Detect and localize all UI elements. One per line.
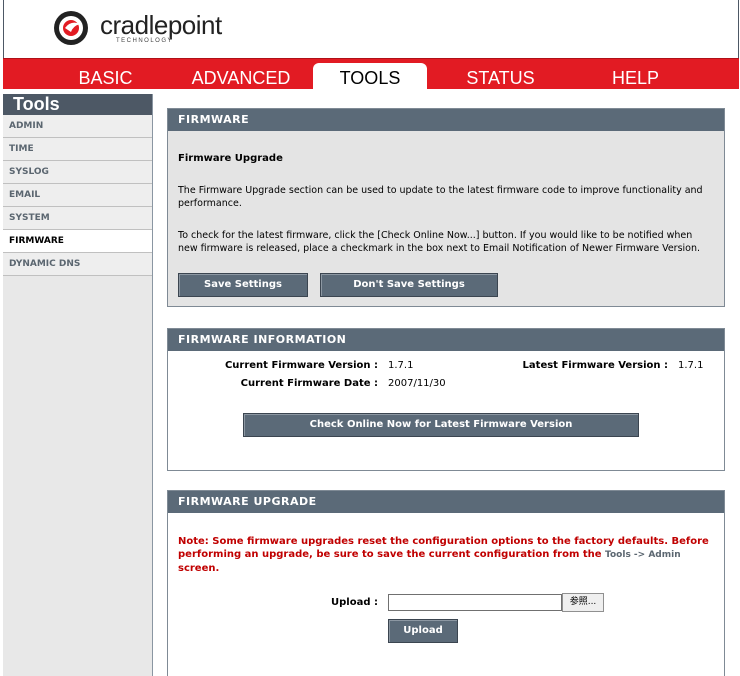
firmware-upgrade-heading: FIRMWARE UPGRADE	[168, 491, 724, 513]
tab-status[interactable]: STATUS	[448, 63, 553, 89]
firmware-description: The Firmware Upgrade section can be used…	[178, 185, 703, 209]
firmware-panel: FIRMWARE Firmware Upgrade The Firmware U…	[167, 108, 725, 307]
current-date-label: Current Firmware Date :	[240, 378, 378, 389]
sidebar-item-time[interactable]: TIME	[3, 138, 152, 161]
save-settings-button[interactable]: Save Settings	[178, 273, 308, 297]
note-text-end: screen.	[178, 563, 220, 574]
header: cradlepoint TECHNOLOGY	[3, 0, 739, 58]
firmware-information-heading: FIRMWARE INFORMATION	[168, 329, 724, 351]
current-version-value: 1.7.1	[388, 360, 414, 371]
firmware-information-panel: FIRMWARE INFORMATION Current Firmware Ve…	[167, 328, 725, 471]
sidebar-item-admin[interactable]: ADMIN	[3, 115, 152, 138]
sidebar-item-email[interactable]: EMAIL	[3, 184, 152, 207]
cradlepoint-logo: cradlepoint TECHNOLOGY	[50, 8, 230, 48]
sidebar-item-dynamic-dns[interactable]: DYNAMIC DNS	[3, 253, 152, 276]
current-version-label: Current Firmware Version :	[224, 360, 378, 371]
sidebar-item-system[interactable]: SYSTEM	[3, 207, 152, 230]
upload-label: Upload :	[331, 597, 378, 608]
tab-help[interactable]: HELP	[588, 63, 683, 89]
top-nav: BASIC ADVANCED TOOLS STATUS HELP	[3, 58, 739, 90]
latest-version-value: 1.7.1	[678, 360, 704, 371]
firmware-heading: FIRMWARE	[168, 109, 724, 131]
sidebar: Tools ADMIN TIME SYSLOG EMAIL SYSTEM FIR…	[3, 94, 153, 676]
brand-name: cradlepoint	[100, 10, 222, 40]
tab-basic[interactable]: BASIC	[53, 63, 158, 89]
tab-tools[interactable]: TOOLS	[313, 63, 427, 90]
upload-button[interactable]: Upload	[388, 619, 458, 643]
page: cradlepoint TECHNOLOGY BASIC ADVANCED TO…	[0, 0, 740, 676]
tools-admin-link[interactable]: Tools -> Admin	[605, 550, 681, 560]
upgrade-warning-note: Note: Some firmware upgrades reset the c…	[178, 535, 714, 575]
current-date-value: 2007/11/30	[388, 378, 446, 389]
tab-advanced[interactable]: ADVANCED	[181, 63, 301, 89]
firmware-upgrade-panel: FIRMWARE UPGRADE Note: Some firmware upg…	[167, 490, 725, 676]
file-path-input[interactable]	[388, 594, 562, 611]
browse-button[interactable]: 参照...	[562, 593, 604, 612]
firmware-instructions: To check for the latest firmware, click …	[178, 230, 701, 254]
sidebar-item-firmware[interactable]: FIRMWARE	[3, 230, 152, 253]
firmware-subtitle: Firmware Upgrade	[178, 153, 283, 164]
check-online-button[interactable]: Check Online Now for Latest Firmware Ver…	[243, 413, 639, 437]
dont-save-settings-button[interactable]: Don't Save Settings	[320, 273, 498, 297]
sidebar-item-syslog[interactable]: SYSLOG	[3, 161, 152, 184]
sidebar-title: Tools	[3, 94, 152, 115]
logo-mark-icon	[54, 11, 88, 45]
latest-version-label: Latest Firmware Version :	[522, 360, 668, 371]
brand-sub: TECHNOLOGY	[116, 38, 174, 44]
